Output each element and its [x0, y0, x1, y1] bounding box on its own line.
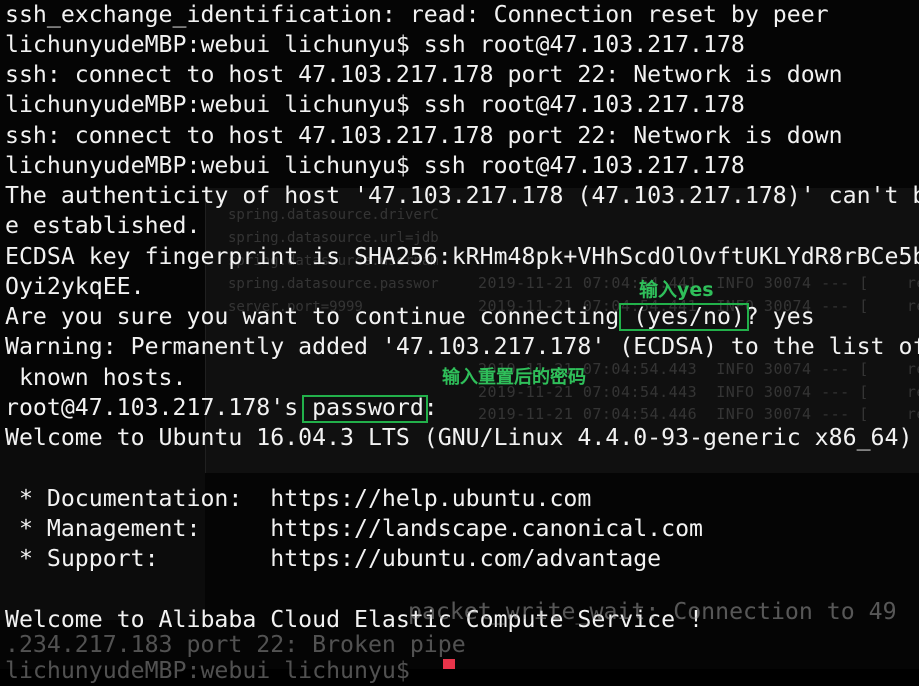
terminal-line: known hosts.: [5, 364, 187, 391]
terminal-line: lichunyudeMBP:webui lichunyu$ ssh root@4…: [5, 152, 745, 179]
terminal-line: ssh: connect to host 47.103.217.178 port…: [5, 61, 843, 88]
terminal-cursor: [443, 659, 455, 669]
terminal-line: ECDSA key fingerprint is SHA256:kRHm48pk…: [5, 243, 919, 270]
terminal-line: * Management: https://landscape.canonica…: [5, 515, 704, 542]
faded-overlay-text: packet_write_wait: Connection to 49: [408, 598, 897, 625]
background-log-line: 2019-11-21 07:04:54.446 INFO 30074 --- […: [478, 405, 919, 423]
password-annotation: 输入重置后的密码: [442, 367, 586, 388]
terminal-line: Welcome to Ubuntu 16.04.3 LTS (GNU/Linux…: [5, 424, 913, 451]
yes-annotation: 输入yes: [639, 279, 714, 301]
terminal-line: * Documentation: https://help.ubuntu.com: [5, 485, 592, 512]
terminal-window[interactable]: spring.datasource.driverC spring.datasou…: [0, 0, 919, 684]
yes-no-highlight-box: [619, 303, 749, 331]
terminal-line: * Support: https://ubuntu.com/advantage: [5, 545, 662, 572]
background-code-line: spring.datasource.passwor: [228, 276, 439, 292]
password-highlight-box: [302, 395, 428, 423]
terminal-line: e established.: [5, 212, 201, 239]
terminal-line: Oyi2ykqEE.: [5, 273, 145, 300]
terminal-line: ssh: connect to host 47.103.217.178 port…: [5, 122, 843, 149]
terminal-prompt-line: lichunyudeMBP:webui lichunyu$: [5, 657, 424, 684]
terminal-line: The authenticity of host '47.103.217.178…: [5, 182, 919, 209]
terminal-line: ssh_exchange_identification: read: Conne…: [5, 1, 829, 28]
terminal-line: lichunyudeMBP:webui lichunyu$ ssh root@4…: [5, 31, 745, 58]
terminal-line: lichunyudeMBP:webui lichunyu$ ssh root@4…: [5, 91, 745, 118]
terminal-line: Warning: Permanently added '47.103.217.1…: [5, 333, 919, 360]
